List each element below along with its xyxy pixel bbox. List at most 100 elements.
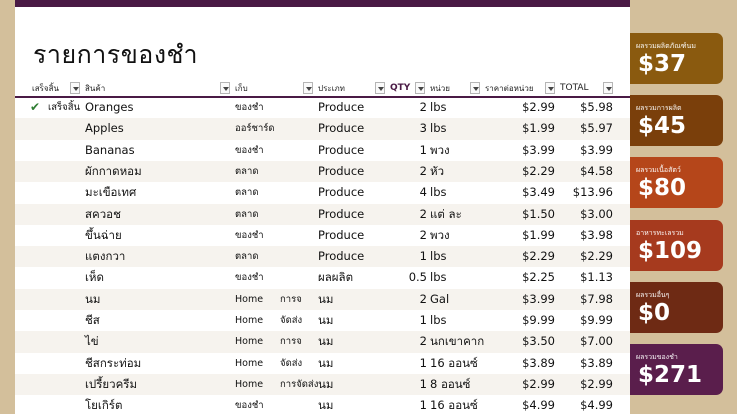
category-cell: Produce <box>318 163 365 178</box>
qty-cell: 3 <box>419 121 427 136</box>
table-row[interactable]: ขึ้นฉ่าย ของชำ Produce พวง 2 $1.99 $3.98 <box>15 225 630 246</box>
filter-unit-dropdown-icon[interactable] <box>470 82 480 94</box>
table-row[interactable]: แตงกวา ตลาด Produce lbs 1 $2.29 $2.29 <box>15 246 630 268</box>
item-cell: แตงกวา <box>85 249 126 264</box>
item-cell: Apples <box>85 121 124 136</box>
total-cell: $3.00 <box>580 206 613 221</box>
grocery-sheet: รายการของชำ เสร็จสิ้น สินค้า เก็บ ประเภท… <box>15 7 630 414</box>
price-cell: $2.29 <box>522 163 555 178</box>
qty-cell: 1 <box>419 249 427 264</box>
item-cell: Oranges <box>85 100 134 114</box>
qty-cell: 2 <box>419 100 427 114</box>
summary-tile-value: $0 <box>638 300 671 326</box>
item-cell: ชีส <box>85 313 100 327</box>
table-row[interactable]: เห็ด ของชำ ผลผลิต lbs 0.5 $2.25 $1.13 <box>15 267 630 288</box>
total-cell: $13.96 <box>572 185 613 200</box>
header-qty: QTY <box>390 83 411 93</box>
store-cell: ของชำ <box>235 144 264 156</box>
page-title: รายการของชำ <box>33 40 199 69</box>
qty-cell: 1 <box>419 313 427 327</box>
total-cell: $3.99 <box>580 142 613 157</box>
store-cell: ของชำ <box>235 102 264 113</box>
unit-cell: 16 ออนซ์ <box>430 355 478 370</box>
store-cell: ของชำ <box>235 400 264 412</box>
qty-cell: 2 <box>419 227 427 242</box>
unit-cell: หัว <box>430 163 445 178</box>
item-cell: ไข่ <box>85 334 99 349</box>
price-cell: $2.25 <box>522 270 555 285</box>
item-cell: ชีสกระท่อม <box>85 355 142 370</box>
unit-cell: 16 ออนซ์ <box>430 398 478 413</box>
price-cell: $2.99 <box>522 100 555 114</box>
qty-cell: 2 <box>419 334 427 349</box>
item-cell: โยเกิร์ต <box>85 398 123 413</box>
summary-tile-value: $45 <box>638 113 687 139</box>
item-cell: มะเขือเทศ <box>85 185 137 200</box>
store-cell: Home <box>235 357 264 369</box>
category-cell: Produce <box>318 121 365 136</box>
filter-store-dropdown-icon[interactable] <box>303 82 313 94</box>
qty-cell: 4 <box>419 185 427 200</box>
category-cell: นม <box>318 355 334 370</box>
header-store: เก็บ <box>235 84 248 93</box>
price-cell: $1.99 <box>522 227 555 242</box>
price-cell: $1.99 <box>522 121 555 136</box>
subcat-cell: จัดส่ง <box>280 357 303 369</box>
summary-tile: ผลรวมผลิตภัณฑ์นม $37 <box>630 33 723 84</box>
category-cell: Produce <box>318 185 365 200</box>
total-cell: $9.99 <box>580 313 613 327</box>
qty-cell: 1 <box>419 376 427 391</box>
qty-cell: 1 <box>419 398 427 413</box>
table-row[interactable]: ✔ เสร็จสิ้น Oranges ของชำ Produce lbs 2 $2.99 $5… <box>15 97 630 118</box>
unit-cell: พวง <box>430 142 450 157</box>
table-row[interactable]: ชีสกระท่อม Home จัดส่ง นม 16 ออนซ์ 1 $3.89 $3.8… <box>15 353 630 374</box>
header-unit: หน่วย <box>430 84 450 93</box>
summary-tile-value: $271 <box>638 362 703 388</box>
unit-cell: Gal <box>430 291 450 306</box>
subcat-cell: การจ <box>280 293 302 305</box>
checkmark-icon[interactable]: ✔ <box>30 100 40 114</box>
total-cell: $5.97 <box>580 121 613 136</box>
table-row[interactable]: นม Home การจ นม Gal 2 $3.99 $7.98 <box>15 288 630 310</box>
unit-cell: นกเขาคาก <box>430 334 485 349</box>
table-row[interactable]: Apples ออร์ชาร์ด Produce lbs 3 $1.99 $5.97 <box>15 118 630 140</box>
filter-unit-price-dropdown-icon[interactable] <box>545 82 555 94</box>
table-header: เสร็จสิ้น สินค้า เก็บ ประเภท QTY หน่วย ร… <box>15 81 630 98</box>
price-cell: $3.99 <box>522 291 555 306</box>
table-row[interactable]: สควอช ตลาด Produce แต่ ละ 2 $1.50 $3.00 <box>15 203 630 225</box>
filter-done-dropdown-icon[interactable] <box>70 82 80 94</box>
total-cell: $4.99 <box>580 398 613 413</box>
total-cell: $2.99 <box>580 376 613 391</box>
table-row[interactable]: เปรี้ยวครีม Home การจัดส่ง นม 8 ออนซ์ 1 $2.99 $… <box>15 373 630 396</box>
table-row[interactable]: Bananas ของชำ Produce พวง 1 $3.99 $3.99 <box>15 140 630 161</box>
store-cell: ตลาด <box>235 208 259 220</box>
filter-category-dropdown-icon[interactable] <box>375 82 385 94</box>
total-cell: $1.13 <box>580 270 613 285</box>
summary-tile-value: $80 <box>638 175 687 201</box>
store-cell: ตลาด <box>235 251 259 263</box>
store-cell: Home <box>235 293 264 305</box>
table-row[interactable]: ไข่ Home การจ นม นกเขาคาก 2 $3.50 $7.00 <box>15 331 630 353</box>
summary-tile: ผลรวมการผลิต $45 <box>630 95 723 146</box>
table-row[interactable]: โยเกิร์ต ของชำ นม 16 ออนซ์ 1 $4.99 $4.99 <box>15 395 630 414</box>
filter-item-dropdown-icon[interactable] <box>220 82 230 94</box>
item-cell: ผักกาดหอม <box>85 163 142 178</box>
total-cell: $7.00 <box>580 334 613 349</box>
item-cell: ขึ้นฉ่าย <box>85 227 122 242</box>
filter-qty-dropdown-icon[interactable] <box>415 82 425 94</box>
store-cell: ตลาด <box>235 187 259 199</box>
price-cell: $3.89 <box>522 355 555 370</box>
table-row[interactable]: มะเขือเทศ ตลาด Produce lbs 4 $3.49 $13.96 <box>15 182 630 203</box>
filter-total-dropdown-icon[interactable] <box>603 82 613 94</box>
category-cell: นม <box>318 376 334 391</box>
header-total: TOTAL <box>560 83 589 93</box>
table-row[interactable]: ผักกาดหอม ตลาด Produce หัว 2 $2.29 $4.58 <box>15 160 630 183</box>
table-row[interactable]: ชีส Home จัดส่ง นม lbs 1 $9.99 $9.99 <box>15 310 630 331</box>
item-cell: Bananas <box>85 142 135 157</box>
category-cell: Produce <box>318 227 365 242</box>
qty-cell: 1 <box>419 355 427 370</box>
category-cell: นม <box>318 291 334 306</box>
total-cell: $5.98 <box>580 100 613 114</box>
unit-cell: lbs <box>430 313 447 327</box>
store-cell: ของชำ <box>235 229 264 241</box>
